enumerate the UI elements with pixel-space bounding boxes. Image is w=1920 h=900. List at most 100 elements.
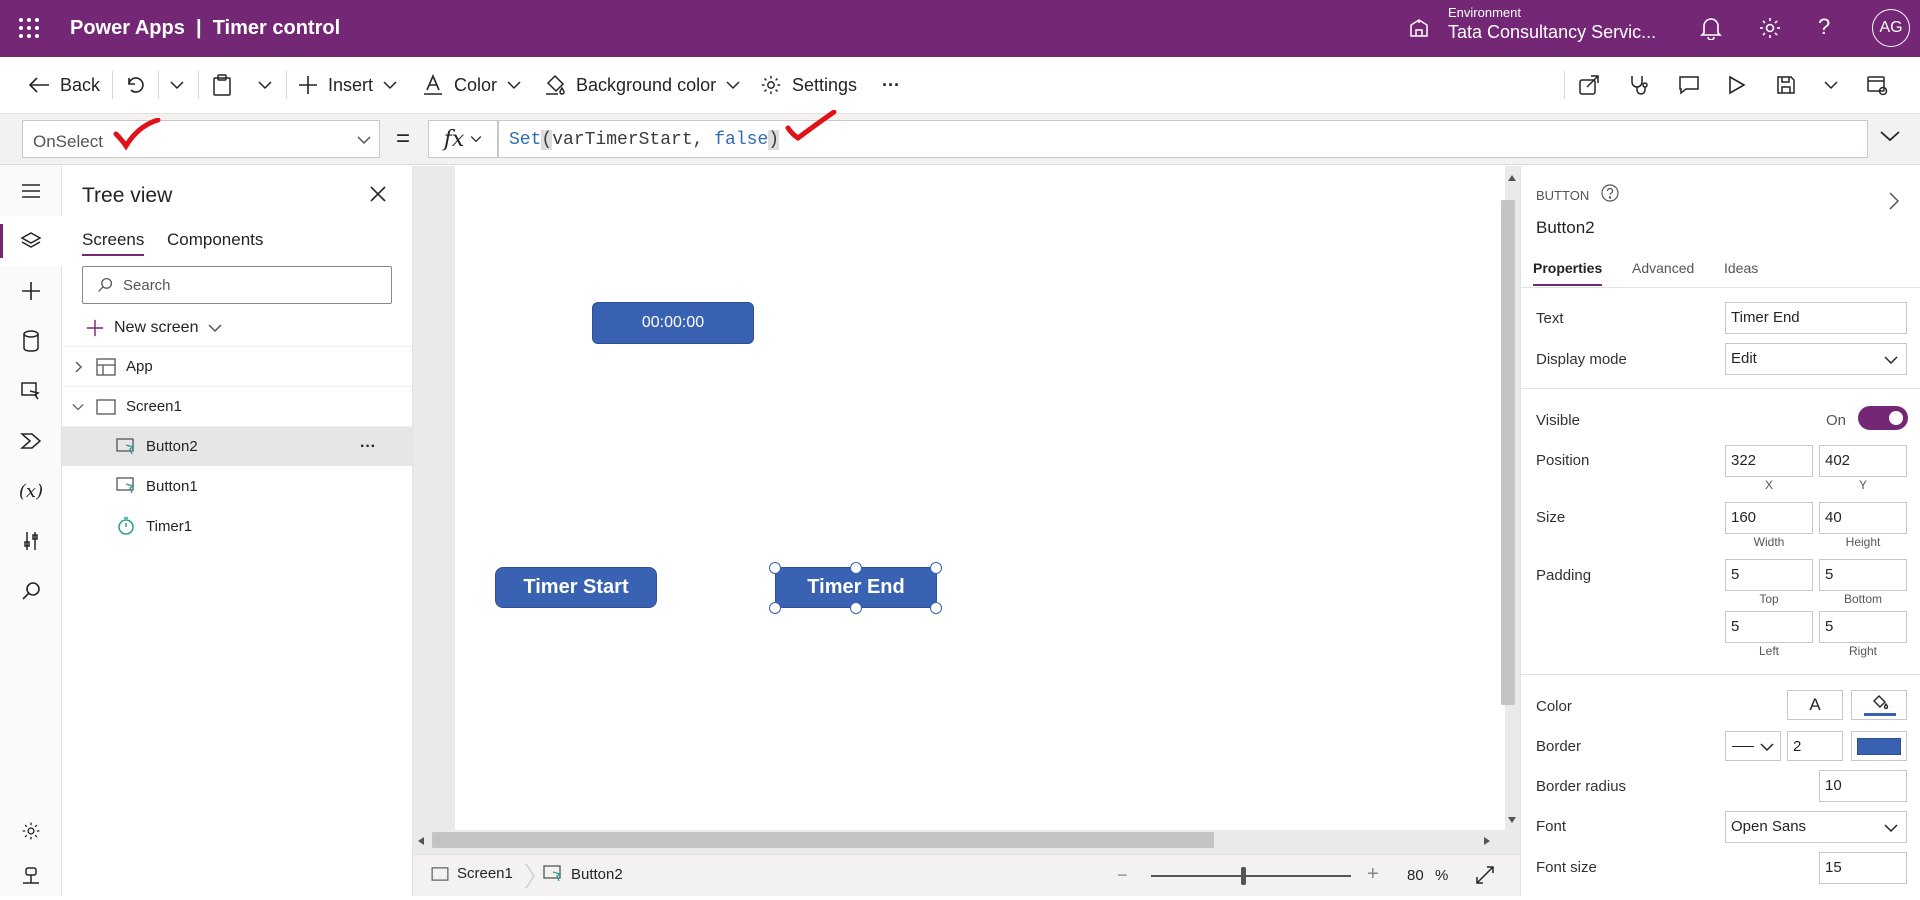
- tree-node-timer1[interactable]: Timer1: [62, 506, 412, 546]
- insert-button[interactable]: Insert: [298, 57, 397, 113]
- settings-button[interactable]: Settings: [760, 57, 857, 113]
- padding-right-input[interactable]: 5: [1819, 611, 1907, 643]
- formula-input[interactable]: Set(varTimerStart, false): [498, 120, 1868, 158]
- settings-gear-icon[interactable]: [0, 806, 62, 856]
- visible-toggle[interactable]: [1858, 406, 1908, 430]
- font-dropdown[interactable]: Open Sans: [1725, 811, 1907, 843]
- border-color-picker[interactable]: [1851, 731, 1907, 761]
- tree-node-app[interactable]: App: [62, 346, 412, 386]
- save-button[interactable]: [1776, 57, 1796, 113]
- font-size-input[interactable]: 15: [1819, 852, 1907, 884]
- help-icon[interactable]: ?: [1818, 14, 1830, 40]
- publish-button[interactable]: [1866, 57, 1888, 113]
- zoom-slider[interactable]: [1151, 867, 1351, 885]
- scroll-up-arrow-icon[interactable]: [1507, 174, 1517, 182]
- tree-node-screen1[interactable]: Screen1: [62, 386, 412, 426]
- horizontal-scrollbar[interactable]: [432, 832, 1214, 848]
- padding-bottom-input[interactable]: 5: [1819, 559, 1907, 591]
- preview-play-button[interactable]: [1728, 57, 1746, 113]
- advanced-tools-icon[interactable]: [0, 516, 62, 566]
- environment-name[interactable]: Tata Consultancy Servic...: [1448, 22, 1656, 43]
- resize-handle[interactable]: [850, 602, 862, 614]
- scroll-left-arrow-icon[interactable]: [417, 836, 425, 846]
- timer-start-button[interactable]: Timer Start: [495, 567, 657, 608]
- expand-formula-icon[interactable]: [1880, 130, 1900, 142]
- zoom-in-icon[interactable]: +: [1367, 863, 1379, 886]
- size-width-input[interactable]: 160: [1725, 502, 1813, 534]
- tree-view-layers-icon[interactable]: [0, 216, 62, 266]
- scroll-right-arrow-icon[interactable]: [1483, 836, 1491, 846]
- settings-gear-icon[interactable]: [1758, 16, 1782, 40]
- display-mode-dropdown[interactable]: Edit: [1725, 343, 1907, 375]
- tree-node-button2[interactable]: Button2 ···: [62, 426, 412, 466]
- property-dropdown[interactable]: OnSelect: [22, 120, 380, 158]
- resize-handle[interactable]: [769, 602, 781, 614]
- variables-icon[interactable]: (𝑥): [0, 466, 62, 516]
- more-commands-button[interactable]: ···: [882, 57, 900, 113]
- hamburger-menu-icon[interactable]: [0, 166, 62, 216]
- zoom-value[interactable]: 80: [1407, 867, 1424, 884]
- text-color-picker[interactable]: A: [1787, 690, 1843, 720]
- size-height-input[interactable]: 40: [1819, 502, 1907, 534]
- new-screen-button[interactable]: New screen: [86, 314, 223, 342]
- share-button[interactable]: [1578, 57, 1600, 113]
- fit-to-window-icon[interactable]: [1475, 865, 1495, 885]
- position-x-input[interactable]: 322: [1725, 445, 1813, 477]
- breadcrumb-control[interactable]: Button2: [543, 865, 623, 883]
- vertical-scrollbar[interactable]: [1501, 200, 1515, 705]
- node-more-options[interactable]: ···: [360, 438, 376, 456]
- background-color-button[interactable]: Background color: [544, 57, 740, 113]
- avatar[interactable]: AG: [1872, 9, 1910, 47]
- data-database-icon[interactable]: [0, 316, 62, 366]
- undo-button[interactable]: [124, 57, 144, 113]
- close-icon[interactable]: [370, 186, 386, 202]
- resize-handle[interactable]: [850, 562, 862, 574]
- redo-dropdown[interactable]: [170, 57, 184, 113]
- save-dropdown[interactable]: [1824, 57, 1838, 113]
- tree-node-label: Timer1: [146, 517, 193, 535]
- fx-button[interactable]: fx: [428, 120, 498, 158]
- screen-canvas[interactable]: 00:00:00 Timer Start Timer End: [455, 166, 1505, 830]
- help-circle-icon[interactable]: [1601, 184, 1619, 202]
- control-name[interactable]: Button2: [1536, 218, 1595, 238]
- tree-search-input[interactable]: Search: [82, 266, 392, 304]
- tab-ideas[interactable]: Ideas: [1724, 260, 1758, 276]
- paste-dropdown[interactable]: [258, 57, 272, 113]
- app-checker-button[interactable]: [1628, 57, 1650, 113]
- tab-advanced[interactable]: Advanced: [1632, 260, 1694, 276]
- color-button[interactable]: Color: [422, 57, 521, 113]
- zoom-out-icon[interactable]: −: [1117, 865, 1128, 886]
- paste-button[interactable]: [212, 57, 232, 113]
- breadcrumb-screen[interactable]: Screen1: [431, 865, 513, 882]
- document-title[interactable]: Timer control: [213, 17, 340, 39]
- app-launcher-icon[interactable]: [18, 17, 40, 39]
- resize-handle[interactable]: [930, 562, 942, 574]
- tab-screens[interactable]: Screens: [82, 230, 145, 256]
- tab-components[interactable]: Components: [167, 230, 263, 250]
- resize-handle[interactable]: [930, 602, 942, 614]
- padding-top-input[interactable]: 5: [1725, 559, 1813, 591]
- padding-left-input[interactable]: 5: [1725, 611, 1813, 643]
- environment-icon[interactable]: [1407, 16, 1431, 40]
- search-icon[interactable]: [0, 566, 62, 616]
- virtual-agent-icon[interactable]: [0, 850, 62, 900]
- tree-node-button1[interactable]: Button1: [62, 466, 412, 506]
- insert-plus-icon[interactable]: [0, 266, 62, 316]
- border-radius-input[interactable]: 10: [1819, 770, 1907, 802]
- fill-color-picker[interactable]: [1851, 690, 1907, 720]
- border-width-input[interactable]: 2: [1787, 731, 1843, 761]
- timer-control[interactable]: 00:00:00: [592, 302, 754, 344]
- text-input[interactable]: Timer End: [1725, 302, 1907, 334]
- comments-button[interactable]: [1678, 57, 1700, 113]
- media-icon[interactable]: [0, 366, 62, 416]
- resize-handle[interactable]: [769, 562, 781, 574]
- power-automate-icon[interactable]: [0, 416, 62, 466]
- border-style-dropdown[interactable]: [1725, 731, 1781, 761]
- scroll-down-arrow-icon[interactable]: [1507, 816, 1517, 824]
- position-y-input[interactable]: 402: [1819, 445, 1907, 477]
- tab-properties[interactable]: Properties: [1533, 260, 1603, 286]
- collapse-panel-chevron-icon[interactable]: [1889, 192, 1899, 210]
- back-button[interactable]: Back: [28, 57, 100, 113]
- zoom-slider-thumb[interactable]: [1241, 867, 1246, 885]
- notifications-icon[interactable]: [1700, 16, 1722, 40]
